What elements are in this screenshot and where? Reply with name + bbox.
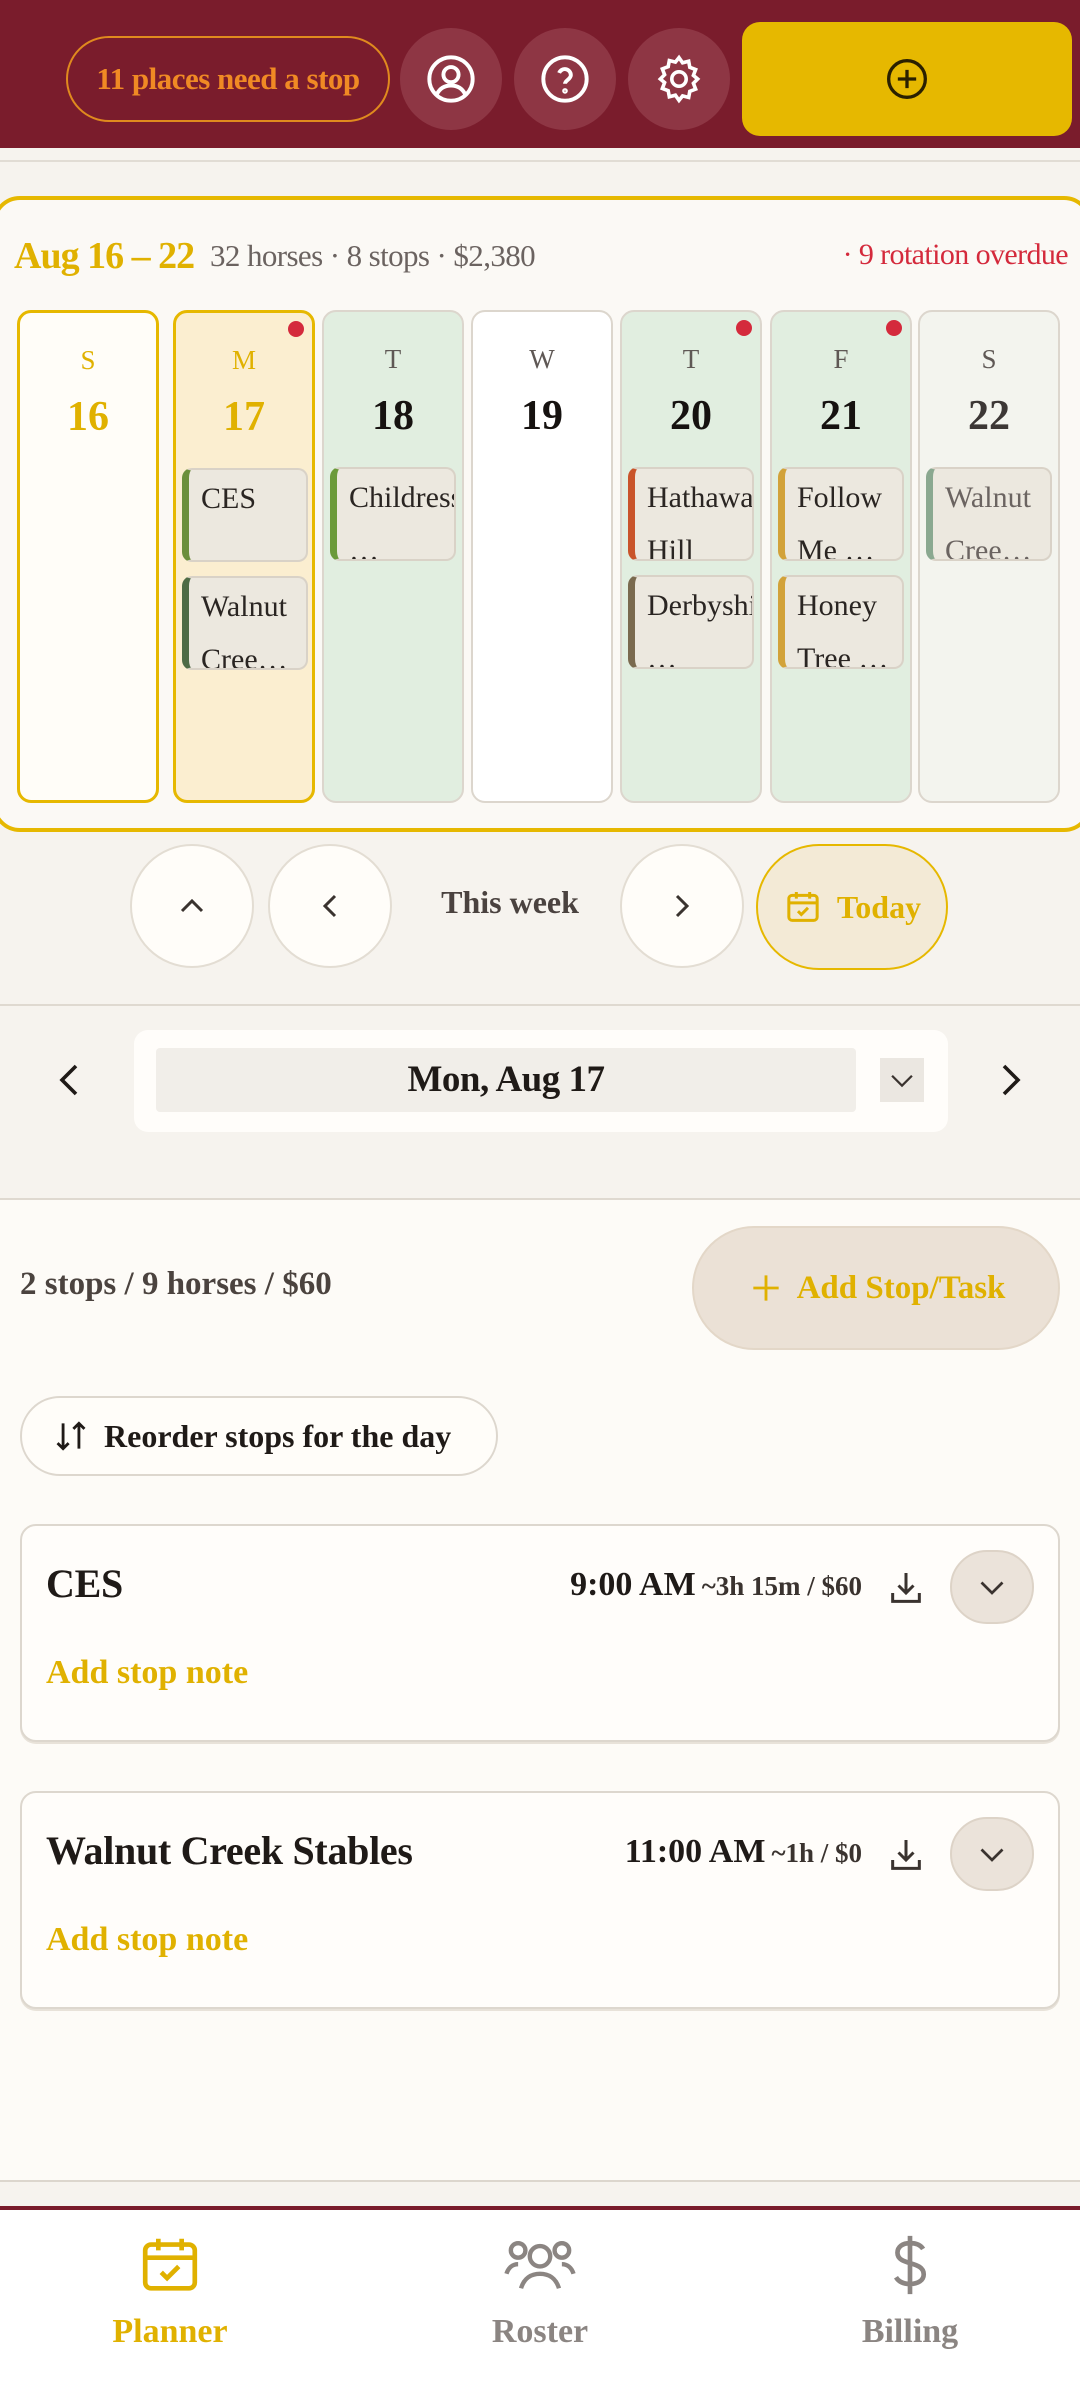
stop-chip[interactable]: Walnut Cree… <box>926 467 1052 561</box>
stop-chip[interactable]: Derbyshire … <box>628 575 754 669</box>
add-stop-note-link[interactable]: Add stop note <box>46 1921 248 1959</box>
stop-chip[interactable]: Honey Tree … <box>778 575 904 669</box>
chevron-down-icon <box>891 1074 913 1088</box>
day-number: 18 <box>372 393 414 439</box>
nav-label: Billing <box>861 2313 959 2350</box>
calendar-check-icon <box>787 892 819 922</box>
alert-dot <box>288 321 304 337</box>
places-need-stop-badge[interactable]: 11 places need a stop <box>66 36 390 122</box>
day-number: 17 <box>223 394 265 440</box>
day-column-fri[interactable]: F 21 Follow Me … Honey Tree … <box>770 310 912 803</box>
this-week-label: This week <box>441 884 579 920</box>
gear-icon <box>657 54 701 104</box>
chevron-down-icon <box>980 1581 1004 1595</box>
stop-chip[interactable]: CES <box>182 468 308 562</box>
day-number: 21 <box>820 393 862 439</box>
settings-button[interactable] <box>628 28 730 130</box>
expand-stop-button[interactable] <box>950 1550 1034 1624</box>
expand-stop-button[interactable] <box>950 1817 1034 1891</box>
stop-chip[interactable]: Walnut Cree… <box>182 576 308 670</box>
week-range-label: Aug 16 – 22 <box>14 235 195 277</box>
next-day-button[interactable] <box>980 1050 1040 1110</box>
reorder-stops-button[interactable]: Reorder stops for the day <box>20 1396 498 1476</box>
chevron-left-icon <box>322 894 337 918</box>
day-number: 22 <box>968 393 1010 439</box>
week-summary: 32 horses · 8 stops · $2,380 <box>210 238 536 273</box>
day-number: 16 <box>67 394 109 440</box>
day-of-week: W <box>529 344 555 374</box>
stop-name: CES <box>46 1561 123 1606</box>
day-of-week: T <box>682 344 700 374</box>
chevron-down-icon <box>980 1848 1004 1862</box>
section-divider <box>0 1004 1080 1006</box>
rotation-overdue-warning[interactable]: · 9 rotation overdue <box>843 238 1069 272</box>
stop-time: 11:00 AM ~1h / $0 <box>624 1833 862 1870</box>
profile-button[interactable] <box>400 28 502 130</box>
stop-chip[interactable]: Follow Me … <box>778 467 904 561</box>
date-dropdown-toggle[interactable] <box>880 1058 924 1102</box>
download-icon <box>891 1840 921 1870</box>
user-circle-icon <box>427 55 475 103</box>
day-of-week: T <box>384 344 402 374</box>
dollar-icon <box>893 2235 927 2295</box>
bottom-navigation: Planner Roster Billing <box>0 2206 1080 2400</box>
download-icon <box>891 1573 921 1603</box>
stop-name: Walnut Creek Stables <box>46 1828 413 1873</box>
chevron-right-icon <box>675 894 690 918</box>
nav-billing[interactable]: Billing <box>760 2230 1060 2351</box>
day-column-mon[interactable]: M 17 CES Walnut Cree… <box>173 310 315 803</box>
plus-circle-icon <box>887 59 927 99</box>
chevron-right-icon <box>1002 1064 1021 1096</box>
sort-arrows-icon <box>56 1421 86 1451</box>
day-column-sat[interactable]: S 22 Walnut Cree… <box>918 310 1060 803</box>
day-of-week: M <box>231 345 256 375</box>
day-column-thu[interactable]: T 20 Hathaway Hill Derbyshire … <box>620 310 762 803</box>
chevron-up-icon <box>180 898 204 913</box>
nav-planner[interactable]: Planner <box>20 2230 320 2351</box>
stop-card[interactable]: Walnut Creek Stables 11:00 AM ~1h / $0 Ad… <box>20 1791 1060 2009</box>
today-label: Today <box>836 888 922 925</box>
nav-label: Roster <box>491 2313 589 2350</box>
day-number: 20 <box>670 393 712 439</box>
day-column-tue[interactable]: T 18 Childress … <box>322 310 464 803</box>
stop-chip[interactable]: Childress … <box>330 467 456 561</box>
selected-date[interactable]: Mon, Aug 17 <box>156 1048 856 1112</box>
day-of-week: S <box>80 345 96 375</box>
alert-dot <box>886 320 902 336</box>
day-column-sun[interactable]: S 16 <box>17 310 159 803</box>
day-of-week: S <box>981 344 997 374</box>
alert-dot <box>736 320 752 336</box>
stop-time: 9:00 AM ~3h 15m / $60 <box>570 1566 862 1603</box>
add-stop-task-button[interactable]: Add Stop/Task <box>692 1226 1060 1350</box>
help-icon <box>541 55 589 103</box>
reorder-label: Reorder stops for the day <box>104 1417 452 1454</box>
add-button[interactable] <box>742 22 1072 136</box>
help-button[interactable] <box>514 28 616 130</box>
section-divider <box>0 2180 1080 2182</box>
download-button[interactable] <box>884 1833 928 1877</box>
collapse-week-button[interactable] <box>130 844 254 968</box>
chevron-left-icon <box>59 1064 78 1096</box>
day-number: 19 <box>521 393 563 439</box>
users-icon <box>504 2240 576 2290</box>
stop-chip[interactable]: Hathaway Hill <box>628 467 754 561</box>
add-stop-note-link[interactable]: Add stop note <box>46 1654 248 1692</box>
stop-duration: ~3h 15m / $60 <box>701 1571 862 1601</box>
add-stop-task-label: Add Stop/Task <box>796 1269 1006 1306</box>
stop-card[interactable]: CES 9:00 AM ~3h 15m / $60 Add stop note <box>20 1524 1060 1742</box>
download-button[interactable] <box>884 1566 928 1610</box>
next-week-button[interactable] <box>620 844 744 968</box>
today-button[interactable]: Today <box>756 844 948 970</box>
stop-duration: ~1h / $0 <box>771 1838 862 1868</box>
day-of-week: F <box>833 344 849 374</box>
day-column-wed[interactable]: W 19 <box>471 310 613 803</box>
calendar-check-icon <box>142 2238 198 2291</box>
header-divider <box>0 148 1080 162</box>
plus-icon <box>752 1275 779 1301</box>
previous-day-button[interactable] <box>40 1050 100 1110</box>
nav-roster[interactable]: Roster <box>390 2230 690 2351</box>
day-summary: 2 stops / 9 horses / $60 <box>20 1266 332 1302</box>
nav-label: Planner <box>112 2313 228 2350</box>
